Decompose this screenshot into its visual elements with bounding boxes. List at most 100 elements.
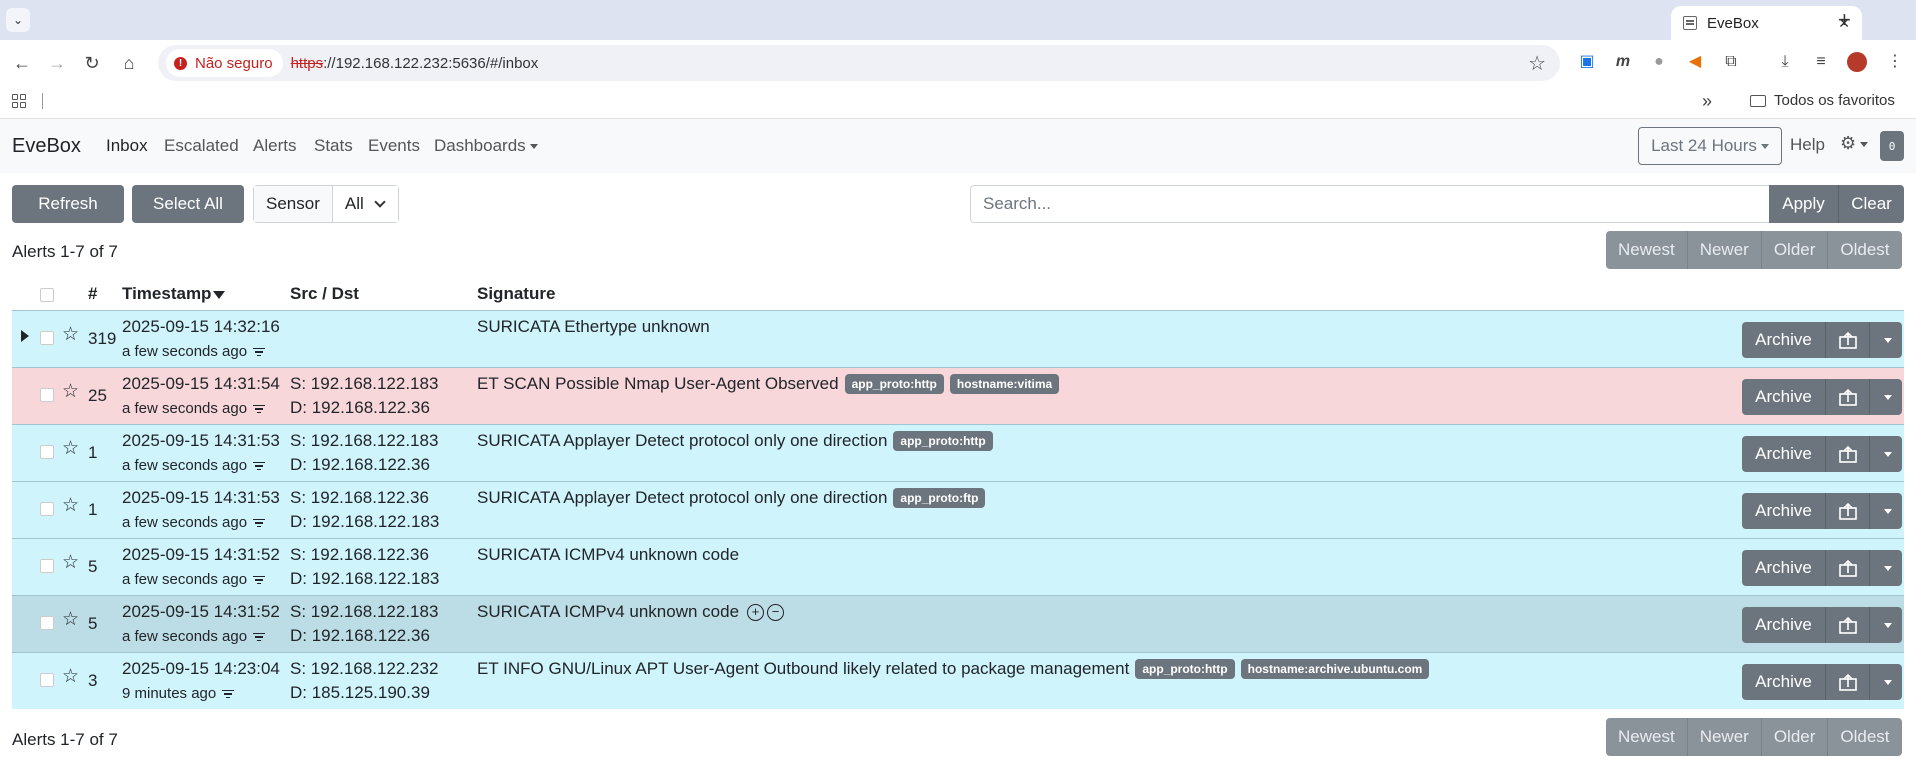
row-actions-dropdown[interactable] <box>1870 550 1902 586</box>
apps-grid-icon[interactable] <box>12 94 26 108</box>
sensor-select[interactable]: All <box>332 186 398 222</box>
nav-alerts[interactable]: Alerts <box>253 136 296 156</box>
archive-button[interactable]: Archive <box>1742 379 1826 415</box>
download-icon[interactable]: ⤓ <box>1775 52 1795 72</box>
escalate-button[interactable] <box>1826 550 1870 586</box>
table-row[interactable]: ☆ 1 2025-09-15 14:31:53 a few seconds ago S:… <box>12 481 1904 538</box>
new-tab-icon[interactable]: + <box>1838 8 1851 32</box>
tag-badge[interactable]: app_proto:http <box>893 431 993 451</box>
filter-icon[interactable] <box>253 403 266 416</box>
archive-button[interactable]: Archive <box>1742 493 1826 529</box>
tag-badge[interactable]: app_proto:ftp <box>893 488 986 508</box>
row-checkbox[interactable] <box>40 616 54 630</box>
newest-button[interactable]: Newest <box>1606 718 1688 756</box>
profile-avatar[interactable] <box>1847 52 1867 72</box>
star-icon[interactable]: ☆ <box>62 665 79 688</box>
table-row[interactable]: ☆ 1 2025-09-15 14:31:53 a few seconds ago S:… <box>12 424 1904 481</box>
nav-inbox[interactable]: Inbox <box>106 136 148 156</box>
filter-in-icon[interactable]: + <box>747 603 765 621</box>
tab-search-chevron-icon[interactable]: ⌄ <box>6 8 30 32</box>
older-button[interactable]: Older <box>1761 718 1829 756</box>
tag-badge[interactable]: hostname:archive.ubuntu.com <box>1240 659 1430 679</box>
escalate-button[interactable] <box>1826 379 1870 415</box>
oldest-button[interactable]: Oldest <box>1828 718 1902 756</box>
row-actions-dropdown[interactable] <box>1870 607 1902 643</box>
reading-list-icon[interactable]: ≡ <box>1811 52 1831 72</box>
settings-dropdown[interactable]: ⚙ <box>1840 133 1869 154</box>
escalate-button[interactable] <box>1826 322 1870 358</box>
row-actions-dropdown[interactable] <box>1870 493 1902 529</box>
row-actions-dropdown[interactable] <box>1870 379 1902 415</box>
nav-escalated[interactable]: Escalated <box>164 136 239 156</box>
expand-caret-icon[interactable] <box>21 330 29 342</box>
select-all-checkbox[interactable] <box>40 288 54 302</box>
filter-icon[interactable] <box>253 574 266 587</box>
all-bookmarks-folder[interactable]: Todos os favoritos <box>1750 92 1895 109</box>
row-actions-dropdown[interactable] <box>1870 664 1902 700</box>
extensions-puzzle-icon[interactable]: ⧉ <box>1721 52 1741 72</box>
more-bookmarks-icon[interactable]: » <box>1702 91 1712 112</box>
star-icon[interactable]: ☆ <box>62 494 79 517</box>
row-actions-dropdown[interactable] <box>1870 436 1902 472</box>
star-icon[interactable]: ☆ <box>62 437 79 460</box>
newer-button[interactable]: Newer <box>1687 718 1762 756</box>
filter-out-icon[interactable]: − <box>767 603 785 621</box>
filter-icon[interactable] <box>253 460 266 473</box>
row-checkbox[interactable] <box>40 502 54 516</box>
table-row[interactable]: ☆ 5 2025-09-15 14:31:52 a few seconds ago S:… <box>12 538 1904 595</box>
row-checkbox[interactable] <box>40 331 54 345</box>
translate-icon[interactable]: ▣ <box>1577 52 1597 72</box>
browser-tab[interactable]: EveBox ✕ <box>1671 6 1862 40</box>
reload-icon[interactable]: ↻ <box>80 51 104 75</box>
notification-badge[interactable]: 0 <box>1880 131 1904 161</box>
newer-button[interactable]: Newer <box>1687 231 1762 269</box>
filter-icon[interactable] <box>222 688 235 701</box>
row-checkbox[interactable] <box>40 673 54 687</box>
row-checkbox[interactable] <box>40 445 54 459</box>
filter-icon[interactable] <box>253 631 266 644</box>
back-arrow-icon[interactable]: ← <box>10 51 34 75</box>
table-row[interactable]: ☆ 319 2025-09-15 14:32:16 a few seconds ago… <box>12 310 1904 367</box>
browser-menu-icon[interactable]: ⋮ <box>1885 52 1905 72</box>
archive-button[interactable]: Archive <box>1742 607 1826 643</box>
address-bar[interactable]: ! Não seguro https://192.168.122.232:563… <box>158 45 1560 81</box>
archive-button[interactable]: Archive <box>1742 436 1826 472</box>
table-row[interactable]: ☆ 3 2025-09-15 14:23:04 9 minutes ago S: 192… <box>12 652 1904 709</box>
extension-circle-icon[interactable]: ● <box>1649 52 1669 72</box>
escalate-button[interactable] <box>1826 664 1870 700</box>
clear-button[interactable]: Clear <box>1839 185 1904 223</box>
apply-button[interactable]: Apply <box>1769 185 1839 223</box>
home-icon[interactable]: ⌂ <box>117 51 141 75</box>
forward-arrow-icon[interactable]: → <box>45 51 69 75</box>
row-checkbox[interactable] <box>40 388 54 402</box>
bookmark-star-icon[interactable]: ☆ <box>1528 51 1546 76</box>
brand-logo[interactable]: EveBox <box>12 135 81 158</box>
extension-m-icon[interactable]: m <box>1613 52 1633 72</box>
nav-events[interactable]: Events <box>368 136 420 156</box>
row-checkbox[interactable] <box>40 559 54 573</box>
star-icon[interactable]: ☆ <box>62 608 79 631</box>
archive-button[interactable]: Archive <box>1742 664 1826 700</box>
oldest-button[interactable]: Oldest <box>1828 231 1902 269</box>
filter-icon[interactable] <box>253 346 266 359</box>
table-row[interactable]: ☆ 5 2025-09-15 14:31:52 a few seconds ago S:… <box>12 595 1904 652</box>
archive-button[interactable]: Archive <box>1742 322 1826 358</box>
star-icon[interactable]: ☆ <box>62 380 79 403</box>
search-input[interactable] <box>970 185 1770 223</box>
nav-stats[interactable]: Stats <box>314 136 353 156</box>
filter-icon[interactable] <box>253 517 266 530</box>
site-security-chip[interactable]: ! Não seguro <box>166 49 283 77</box>
tag-badge[interactable]: app_proto:http <box>1135 659 1235 679</box>
older-button[interactable]: Older <box>1761 231 1829 269</box>
header-timestamp[interactable]: Timestamp <box>122 284 226 304</box>
escalate-button[interactable] <box>1826 493 1870 529</box>
help-link[interactable]: Help <box>1790 135 1825 155</box>
refresh-button[interactable]: Refresh <box>12 185 124 223</box>
row-actions-dropdown[interactable] <box>1870 322 1902 358</box>
escalate-button[interactable] <box>1826 607 1870 643</box>
time-range-dropdown[interactable]: Last 24 Hours <box>1638 127 1782 165</box>
tag-badge[interactable]: hostname:vitima <box>949 374 1060 394</box>
archive-button[interactable]: Archive <box>1742 550 1826 586</box>
star-icon[interactable]: ☆ <box>62 551 79 574</box>
newest-button[interactable]: Newest <box>1606 231 1688 269</box>
